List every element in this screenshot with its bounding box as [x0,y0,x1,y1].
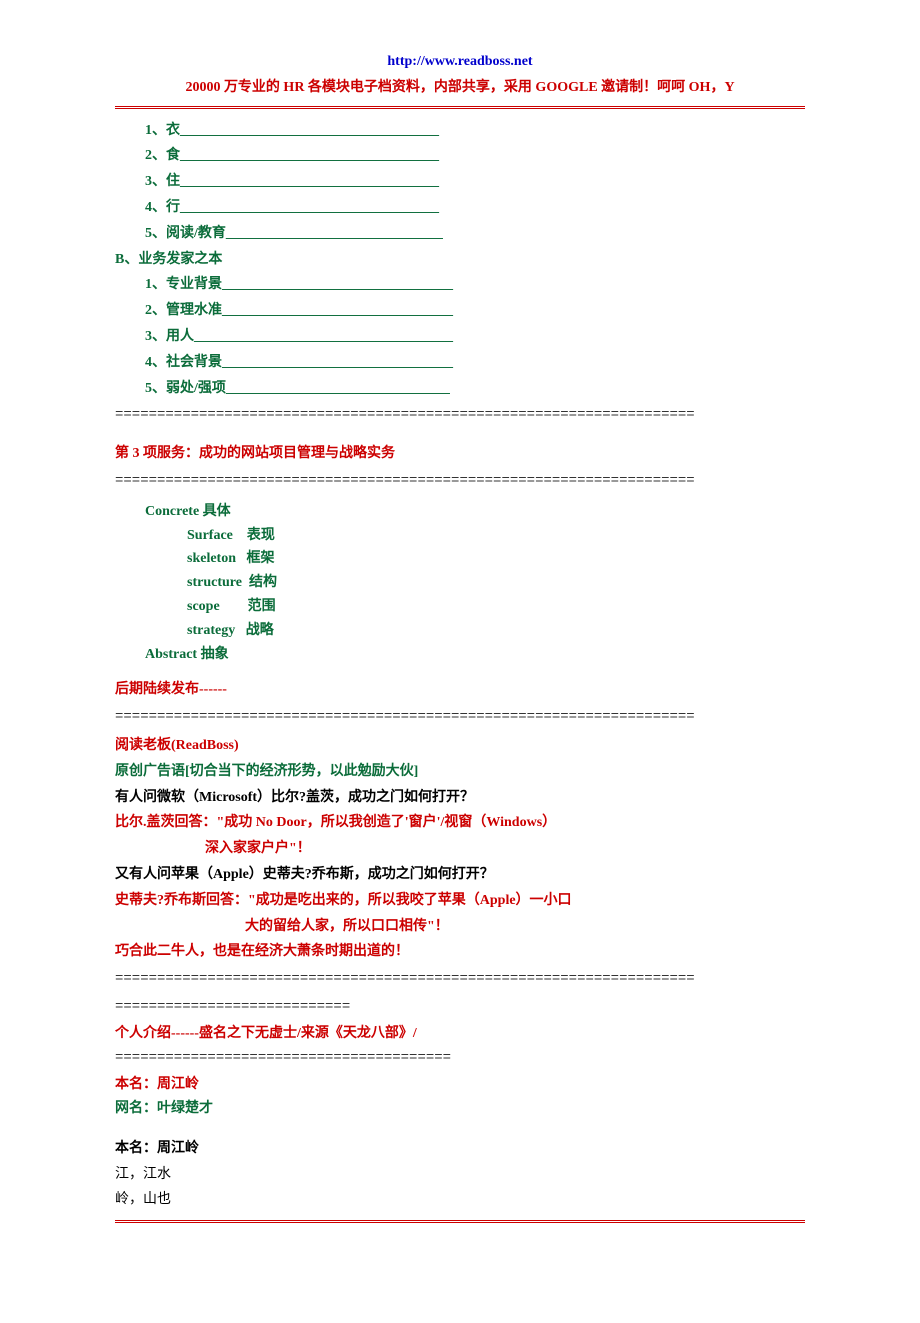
river-line: 江，江水 [115,1163,805,1187]
list-a-item-4: 4、行_____________________________________ [145,196,805,220]
list-b-item-4: 4、社会背景_________________________________ [145,351,805,375]
list-b-item-1: 1、专业背景_________________________________ [145,273,805,297]
concrete-row-3: structure 结构 [187,571,805,595]
divider-eq-2: ========================================… [115,470,805,494]
header-banner: 20000 万专业的 HR 各模块电子档资料，内部共享，采用 GOOGLE 邀请… [115,76,805,100]
readboss-q2: 又有人问苹果（Apple）史蒂夫?乔布斯，成功之门如何打开？ [115,863,805,887]
divider-eq-3: ========================================… [115,706,805,730]
readboss-a1-line1: 比尔.盖茨回答："成功 No Door，所以我创造了'窗户'/视窗（Window… [115,811,805,835]
list-a-item-2: 2、食_____________________________________ [145,144,805,168]
intro-title: 个人介绍------盛名之下无虚士/来源《天龙八部》/ [115,1022,805,1046]
section-b-heading: B、业务发家之本 [115,248,805,272]
divider-eq-4: ========================================… [115,968,805,992]
concrete-row-5: strategy 战略 [187,619,805,643]
readboss-a2-line2: 大的留给人家，所以口口相传"！ [115,915,805,939]
realname-line: 本名：周江岭 [115,1073,805,1097]
list-b-item-3: 3、用人____________________________________… [145,325,805,349]
concrete-row-1: Surface 表现 [187,524,805,548]
netname-line: 网名：叶绿楚才 [115,1097,805,1121]
list-a-item-3: 3、住_____________________________________ [145,170,805,194]
list-a-item-5: 5、阅读/教育_______________________________ [145,222,805,246]
concrete-row-4: scope 范围 [187,595,805,619]
readboss-title: 阅读老板(ReadBoss) [115,734,805,758]
readboss-a1-line2: 深入家家户户"！ [115,837,805,861]
later-publish: 后期陆续发布------ [115,678,805,702]
footer-divider [115,1220,805,1223]
header-url[interactable]: http://www.readboss.net [115,50,805,74]
list-b-item-5: 5、弱处/强项________________________________ [145,377,805,401]
readboss-coincidence: 巧合此二牛人，也是在经济大萧条时期出道的！ [115,940,805,964]
service-3-title: 第 3 项服务：成功的网站项目管理与战略实务 [115,442,805,466]
readboss-slogan: 原创广告语[切合当下的经济形势，以此勉励大伙] [115,760,805,784]
short-eq-1: ============================ [115,996,805,1020]
abstract-heading: Abstract 抽象 [145,643,805,667]
list-b: 1、专业背景_________________________________ … [115,273,805,400]
mountain-line: 岭，山也 [115,1188,805,1212]
list-a: 1、衣_____________________________________… [115,119,805,246]
realname2: 本名：周江岭 [115,1137,805,1161]
divider-eq-1: ========================================… [115,404,805,428]
concrete-heading: Concrete 具体 [145,500,805,524]
readboss-q1: 有人问微软（Microsoft）比尔?盖茨，成功之门如何打开？ [115,786,805,810]
list-a-item-1: 1、衣_____________________________________ [145,119,805,143]
concrete-block: Concrete 具体 Surface 表现 skeleton 框架 struc… [115,500,805,667]
header-divider [115,106,805,109]
list-b-item-2: 2、管理水准_________________________________ [145,299,805,323]
short-eq-2: ======================================== [115,1047,805,1071]
readboss-a2-line1: 史蒂夫?乔布斯回答："成功是吃出来的，所以我咬了苹果（Apple）一小口 [115,889,805,913]
concrete-row-2: skeleton 框架 [187,547,805,571]
